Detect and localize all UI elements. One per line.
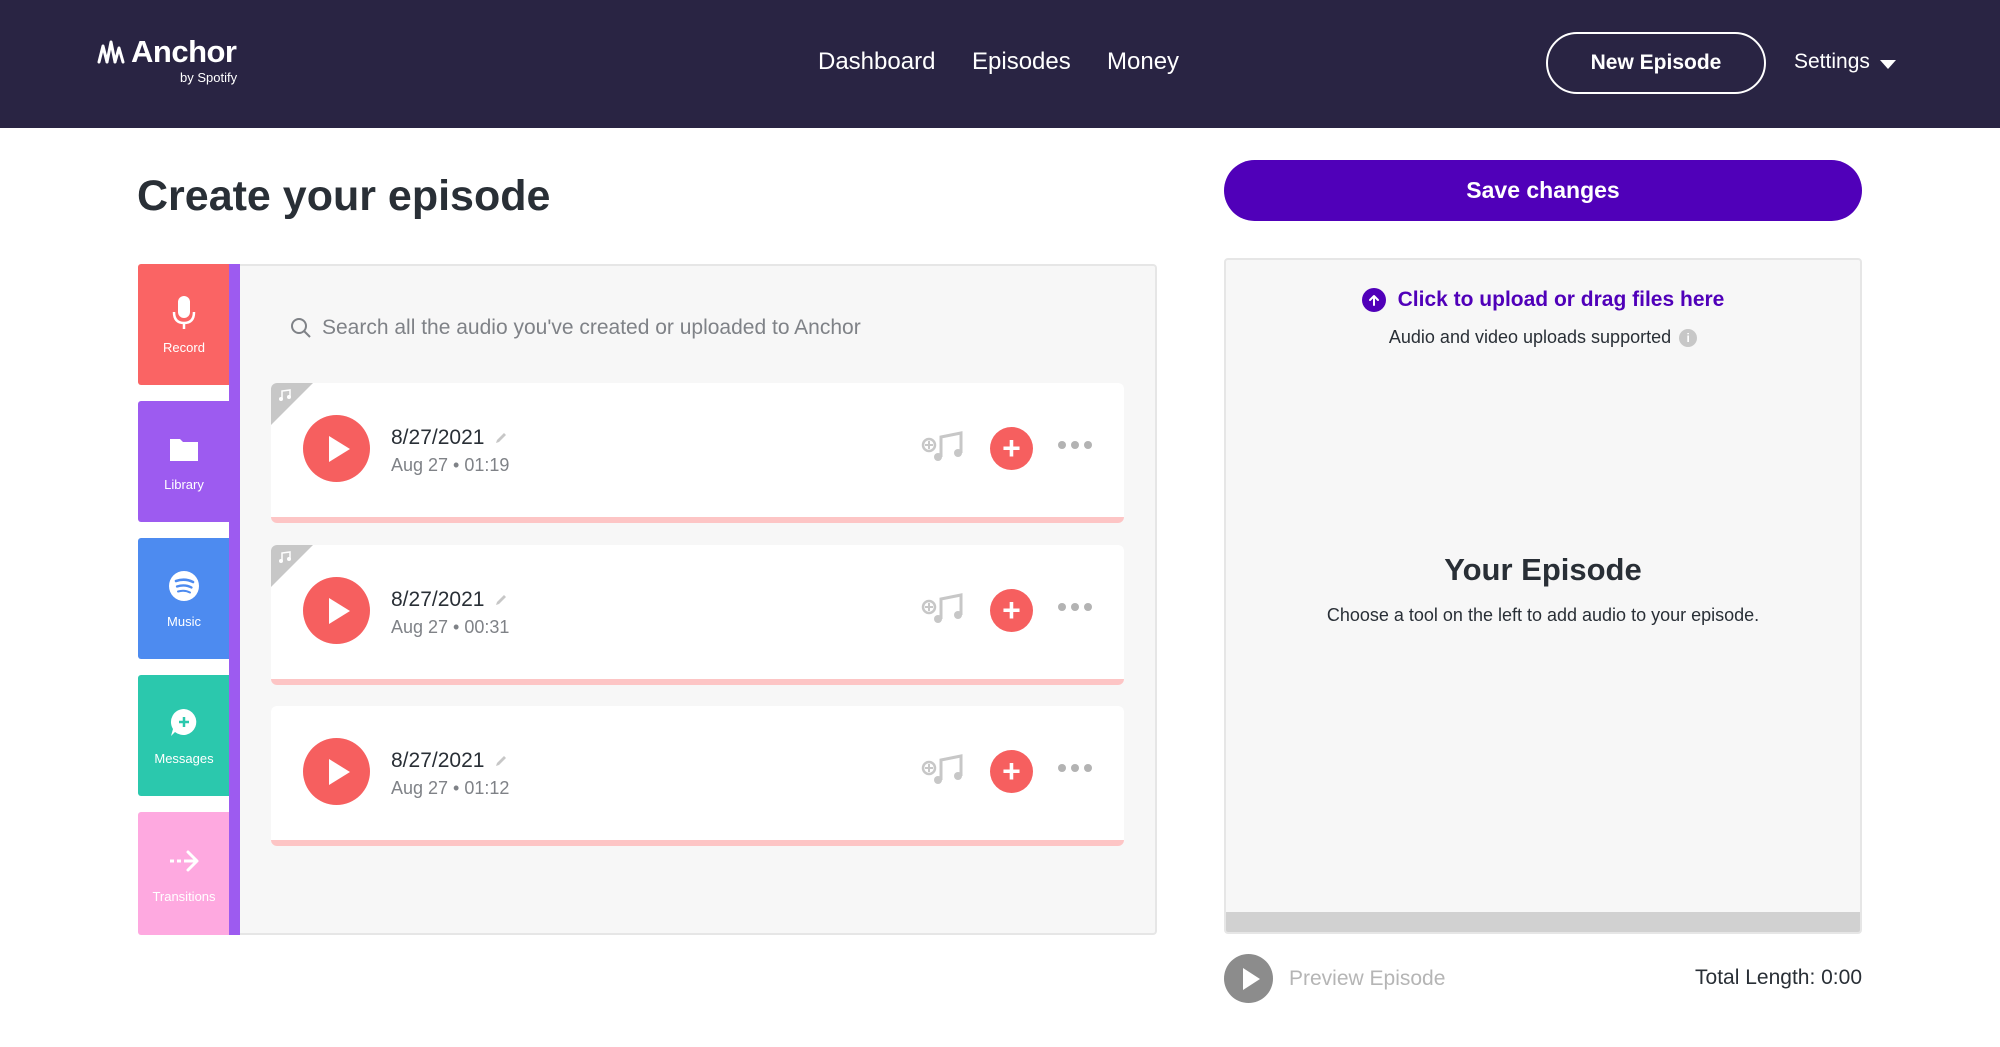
new-episode-button[interactable]: New Episode [1546, 32, 1766, 94]
pencil-icon[interactable] [494, 754, 508, 768]
audio-clip[interactable]: 8/27/2021 Aug 27 • 01:19 + [271, 383, 1124, 523]
add-background-music-icon[interactable] [921, 591, 965, 627]
pencil-icon[interactable] [494, 431, 508, 445]
episode-hint: Choose a tool on the left to add audio t… [1326, 605, 1760, 625]
folder-icon [170, 439, 198, 461]
tool-music-label: Music [167, 614, 201, 629]
pencil-icon[interactable] [494, 593, 508, 607]
tool-library[interactable]: Library [138, 401, 230, 522]
upload-link[interactable]: Click to upload or drag files here [1226, 288, 1860, 312]
clip-title[interactable]: 8/27/2021 [391, 588, 508, 612]
top-nav-bar: Anchor by Spotify Dashboard Episodes Mon… [0, 0, 2000, 128]
more-options-icon[interactable] [1058, 764, 1094, 774]
tool-transitions[interactable]: Transitions [138, 812, 230, 935]
play-button[interactable] [303, 415, 370, 482]
audio-clip[interactable]: 8/27/2021 Aug 27 • 01:12 + [271, 706, 1124, 846]
tool-tabs: Record Library Music Messages Transition… [138, 264, 230, 935]
tool-library-label: Library [164, 477, 204, 492]
preview-episode[interactable]: Preview Episode [1224, 954, 1445, 1003]
episode-dropzone[interactable]: Click to upload or drag files here Audio… [1224, 258, 1862, 934]
search-icon [291, 318, 311, 338]
anchor-logo[interactable]: Anchor by Spotify [97, 34, 247, 86]
more-options-icon[interactable] [1058, 441, 1094, 451]
spotify-icon [169, 571, 199, 601]
clip-waveform-bar [271, 517, 1124, 523]
add-background-music-icon[interactable] [921, 429, 965, 465]
preview-play-icon[interactable] [1224, 954, 1273, 1003]
microphone-icon [172, 296, 196, 329]
total-length: Total Length: 0:00 [1695, 966, 1862, 989]
upload-arrow-icon [1361, 288, 1386, 312]
arrow-icon [170, 850, 199, 872]
upload-hint: Audio and video uploads supported i [1226, 327, 1860, 348]
music-note-icon [279, 389, 291, 401]
clip-meta: Aug 27 • 01:12 [391, 778, 510, 798]
audio-clip[interactable]: 8/27/2021 Aug 27 • 00:31 + [271, 545, 1124, 685]
clip-meta: Aug 27 • 01:19 [391, 455, 510, 475]
add-clip-button[interactable]: + [990, 750, 1033, 793]
search-input[interactable]: Search all the audio you've created or u… [322, 316, 861, 340]
tool-messages[interactable]: Messages [138, 675, 230, 796]
add-background-music-icon[interactable] [921, 752, 965, 788]
nav-episodes[interactable]: Episodes [972, 48, 1071, 76]
clip-waveform-bar [271, 840, 1124, 846]
upload-hint-text: Audio and video uploads supported [1388, 327, 1672, 347]
clip-title-text: 8/27/2021 [391, 749, 485, 772]
logo-wordmark: Anchor [131, 34, 237, 69]
play-button[interactable] [303, 577, 370, 644]
tool-record[interactable]: Record [138, 264, 230, 385]
library-panel: Search all the audio you've created or u… [240, 264, 1157, 935]
logo-tagline: by Spotify [180, 70, 238, 85]
episode-heading: Your Episode [1444, 552, 1642, 587]
clip-meta: Aug 27 • 00:31 [391, 617, 510, 637]
nav-dashboard[interactable]: Dashboard [818, 48, 935, 76]
clip-waveform-bar [271, 679, 1124, 685]
tool-music[interactable]: Music [138, 538, 230, 659]
page-title: Create your episode [137, 172, 551, 220]
clip-title[interactable]: 8/27/2021 [391, 749, 508, 773]
more-options-icon[interactable] [1058, 603, 1094, 613]
info-icon[interactable]: i [1679, 328, 1698, 347]
add-clip-button[interactable]: + [990, 427, 1033, 470]
library-search[interactable]: Search all the audio you've created or u… [290, 311, 1090, 345]
tool-transitions-label: Transitions [152, 889, 216, 904]
play-button[interactable] [303, 738, 370, 805]
preview-episode-label: Preview Episode [1289, 966, 1446, 990]
add-clip-button[interactable]: + [990, 589, 1033, 632]
message-icon [170, 708, 197, 736]
clip-title-text: 8/27/2021 [391, 588, 485, 611]
settings-menu[interactable]: Settings [1794, 50, 1896, 74]
episode-timeline [1226, 912, 1860, 932]
chevron-down-icon [1879, 59, 1896, 69]
tool-messages-label: Messages [154, 751, 214, 766]
clip-title-text: 8/27/2021 [391, 426, 485, 449]
anchor-logo-icon [97, 40, 125, 64]
music-note-icon [279, 551, 291, 563]
upload-link-text: Click to upload or drag files here [1397, 288, 1725, 311]
settings-label: Settings [1794, 50, 1870, 73]
nav-money[interactable]: Money [1107, 48, 1179, 76]
clip-title[interactable]: 8/27/2021 [391, 426, 508, 450]
tool-record-label: Record [163, 340, 205, 355]
save-changes-button[interactable]: Save changes [1224, 160, 1862, 221]
